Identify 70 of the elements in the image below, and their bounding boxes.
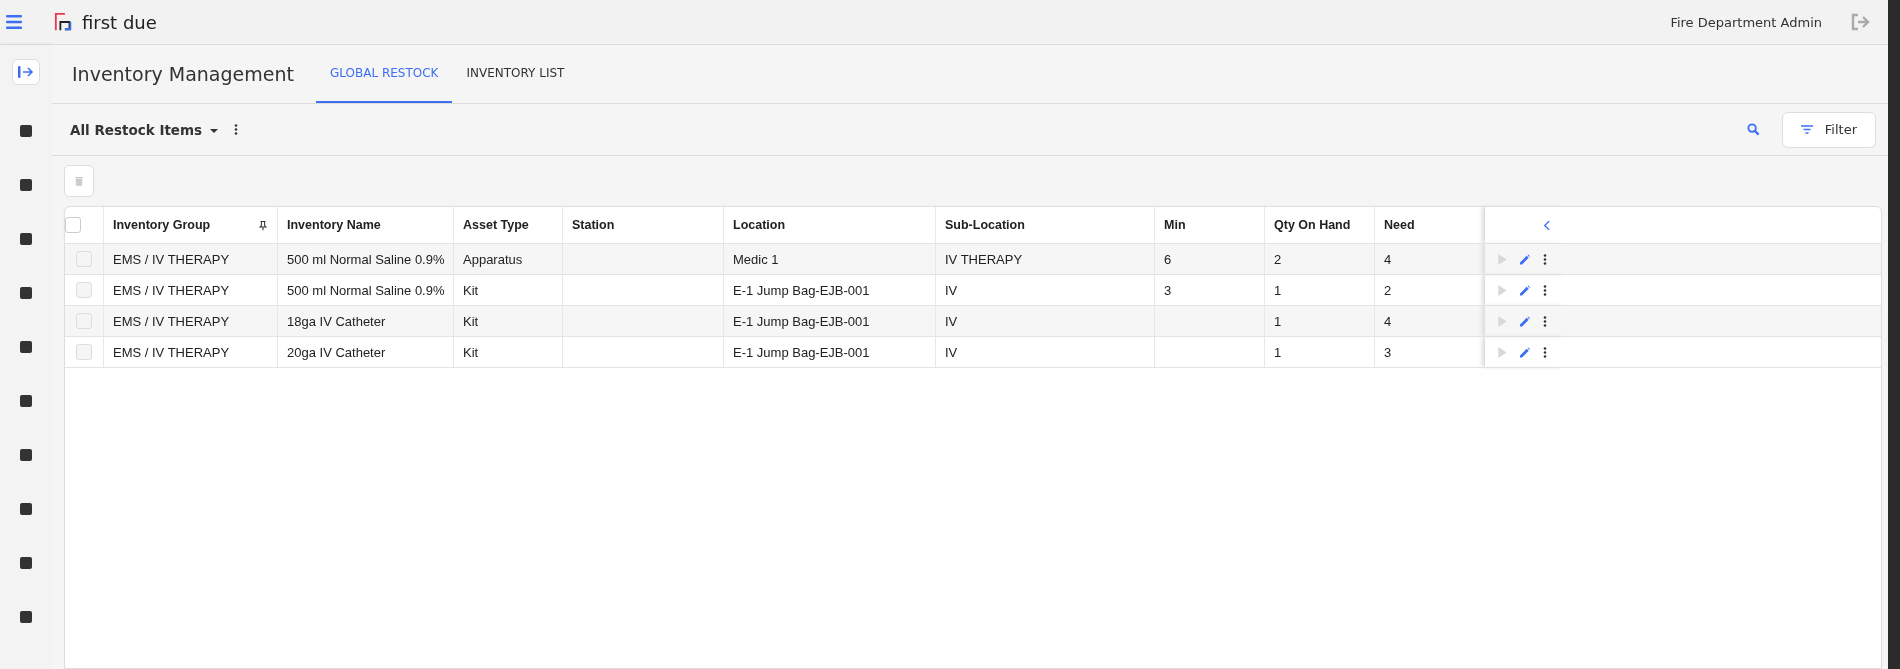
filter-button[interactable]: Filter: [1781, 111, 1876, 148]
more-icon[interactable]: [1543, 346, 1547, 358]
user-name: Fire Department Admin: [1670, 14, 1822, 30]
brand-name: first due: [82, 11, 157, 33]
table-cell: 6: [1164, 251, 1172, 267]
select-all-checkbox[interactable]: [65, 217, 81, 233]
table-cell: 1: [1274, 282, 1282, 298]
edit-icon[interactable]: [1520, 346, 1530, 358]
expand-icon: [18, 66, 34, 78]
table-cell: IV: [945, 282, 958, 298]
more-icon[interactable]: [1543, 253, 1547, 265]
table-cell: 2: [1274, 251, 1282, 267]
table-cell: 1: [1274, 344, 1282, 360]
column-header[interactable]: Qty On Hand: [1274, 218, 1351, 232]
collapse-icon[interactable]: [1543, 219, 1550, 231]
caret-icon: [210, 128, 219, 133]
column-header[interactable]: Need: [1384, 218, 1415, 232]
row-checkbox[interactable]: [76, 251, 92, 267]
table-cell: 1: [1274, 313, 1282, 329]
column-header[interactable]: Location: [733, 218, 786, 232]
column-header[interactable]: Inventory Group: [113, 218, 211, 232]
edit-icon[interactable]: [1520, 315, 1530, 327]
row-checkbox[interactable]: [76, 313, 92, 329]
table-cell: 3: [1384, 344, 1392, 360]
column-header[interactable]: Station: [572, 218, 615, 232]
trash-icon: [75, 176, 83, 186]
more-icon[interactable]: [1543, 315, 1547, 327]
filter-icon: [1800, 125, 1813, 134]
column-header[interactable]: Sub-Location: [945, 218, 1025, 232]
table-cell: Medic 1: [733, 251, 779, 267]
table-cell: E-1 Jump Bag-EJB-001: [733, 344, 870, 360]
more-icon[interactable]: [1543, 284, 1547, 296]
column-header[interactable]: Min: [1164, 218, 1186, 232]
table-cell: IV: [945, 313, 958, 329]
table-cell: Kit: [463, 313, 479, 329]
row-checkbox[interactable]: [76, 344, 92, 360]
table-cell: IV: [945, 344, 958, 360]
tab[interactable]: GLOBAL RESTOCK: [315, 45, 453, 103]
edit-icon[interactable]: [1520, 284, 1530, 296]
table-cell: 4: [1384, 251, 1392, 267]
logo-icon: [54, 12, 74, 32]
table-cell: Apparatus: [463, 251, 523, 267]
table-cell: Kit: [463, 282, 479, 298]
menu-icon[interactable]: [6, 15, 22, 29]
column-header[interactable]: Asset Type: [463, 218, 529, 232]
table-cell: 4: [1384, 313, 1392, 329]
table-cell: EMS / IV THERAPY: [113, 344, 230, 360]
edit-icon[interactable]: [1520, 253, 1530, 265]
table-cell: 20ga IV Catheter: [287, 344, 386, 360]
table-cell: EMS / IV THERAPY: [113, 313, 230, 329]
table-cell: EMS / IV THERAPY: [113, 282, 230, 298]
more-icon[interactable]: [234, 124, 239, 135]
table-cell: EMS / IV THERAPY: [113, 251, 230, 267]
expand-sidebar-button[interactable]: [12, 59, 40, 85]
pin-icon[interactable]: [259, 219, 267, 231]
view-dropdown[interactable]: All Restock Items: [70, 121, 219, 138]
search-icon[interactable]: [1746, 123, 1760, 136]
table-cell: E-1 Jump Bag-EJB-001: [733, 282, 870, 298]
table-cell: Kit: [463, 344, 479, 360]
table-cell: E-1 Jump Bag-EJB-001: [733, 313, 870, 329]
column-header[interactable]: Inventory Name: [287, 218, 381, 232]
table-cell: 2: [1384, 282, 1392, 298]
tab[interactable]: INVENTORY LIST: [452, 45, 579, 103]
table-cell: 18ga IV Catheter: [287, 313, 386, 329]
row-checkbox[interactable]: [76, 282, 92, 298]
page-title: Inventory Management: [72, 63, 294, 85]
table-cell: 500 ml Normal Saline 0.9%: [287, 282, 445, 298]
table-cell: 3: [1164, 282, 1172, 298]
table-cell: IV THERAPY: [945, 251, 1023, 267]
table-cell: 500 ml Normal Saline 0.9%: [287, 251, 445, 267]
